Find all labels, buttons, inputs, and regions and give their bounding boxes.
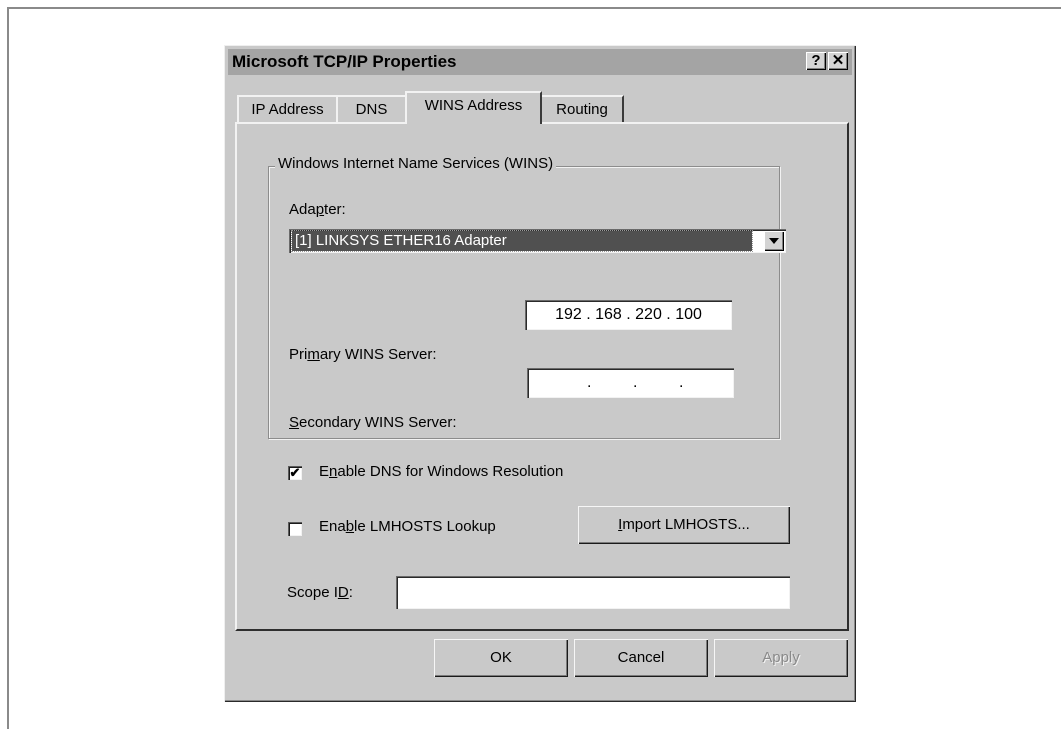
primary-wins-field[interactable]: 192 . 168 . 220 . 100 [525, 300, 732, 330]
adapter-label: Adapter: [289, 201, 346, 218]
adapter-dropdown-button[interactable] [764, 231, 784, 251]
scope-id-label: Scope ID: [287, 584, 353, 601]
ip-separator: . [679, 374, 684, 391]
help-button[interactable]: ? [806, 52, 826, 70]
checkmark-icon: ✔ [289, 465, 301, 480]
enable-dns-label[interactable]: Enable DNS for Windows Resolution [319, 463, 563, 480]
enable-dns-checkbox[interactable]: ✔ [288, 466, 302, 480]
adapter-dropdown[interactable]: [1] LINKSYS ETHER16 Adapter [289, 229, 786, 253]
tab-ip-address[interactable]: IP Address [237, 95, 338, 122]
ok-button[interactable]: OK [434, 639, 568, 677]
ip-separator: . [633, 374, 638, 391]
apply-button[interactable]: Apply [714, 639, 848, 677]
import-lmhosts-button[interactable]: Import LMHOSTS... [578, 506, 790, 544]
help-icon: ? [811, 52, 821, 69]
secondary-wins-label: Secondary WINS Server: [289, 414, 457, 431]
enable-lmhosts-label[interactable]: Enable LMHOSTS Lookup [319, 518, 496, 535]
window-title: Microsoft TCP/IP Properties [232, 52, 457, 71]
tcpip-properties-dialog: Microsoft TCP/IP Properties ? ✕ IP Addre… [224, 45, 856, 702]
scope-id-field[interactable] [396, 576, 790, 609]
title-bar: Microsoft TCP/IP Properties ? ✕ [228, 49, 852, 75]
close-icon: ✕ [831, 52, 845, 69]
tab-wins-address[interactable]: WINS Address [405, 91, 542, 124]
enable-lmhosts-checkbox[interactable] [288, 522, 302, 536]
page-frame-left [7, 7, 9, 729]
chevron-down-icon [769, 238, 779, 244]
close-button[interactable]: ✕ [828, 52, 848, 70]
tab-panel-wins: Windows Internet Name Services (WINS) Ad… [235, 122, 849, 631]
ip-separator: . [587, 374, 592, 391]
page-frame-top [7, 7, 1061, 9]
tab-routing[interactable]: Routing [540, 95, 624, 122]
primary-wins-label: Primary WINS Server: [289, 346, 437, 363]
wins-group-legend: Windows Internet Name Services (WINS) [275, 155, 557, 172]
adapter-selected-value: [1] LINKSYS ETHER16 Adapter [291, 230, 753, 252]
secondary-wins-field[interactable]: . . . [527, 368, 734, 398]
cancel-button[interactable]: Cancel [574, 639, 708, 677]
tab-dns[interactable]: DNS [336, 95, 407, 122]
